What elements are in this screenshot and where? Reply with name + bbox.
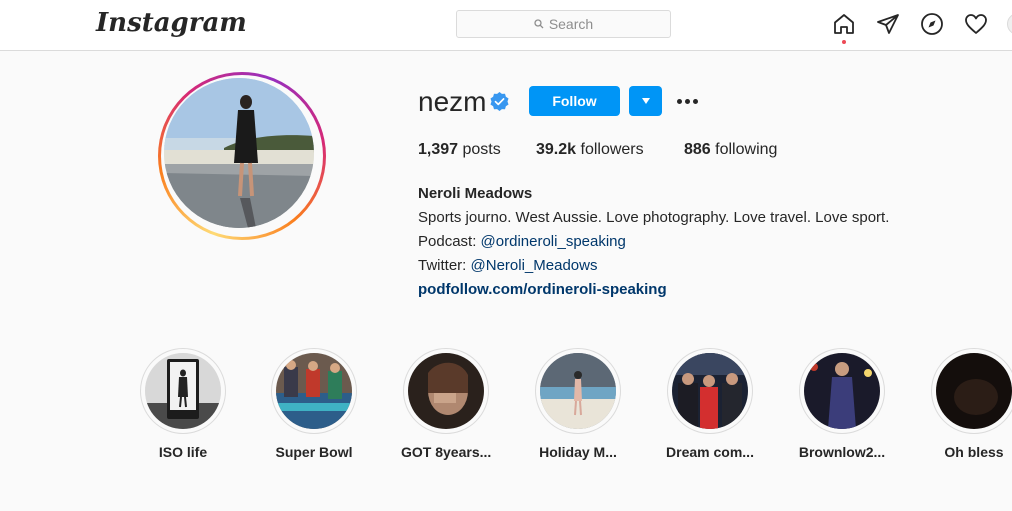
highlight-label: Oh bless: [944, 444, 1004, 460]
highlight-ring: [403, 348, 489, 434]
highlight-item[interactable]: Holiday M...: [533, 348, 623, 460]
bio-description: Sports journo. West Aussie. Love photogr…: [418, 209, 890, 226]
profile-photo: [164, 78, 314, 228]
followers-count: 39.2k: [536, 141, 577, 158]
more-dot-icon: [676, 98, 682, 104]
highlight-item[interactable]: Super Bowl: [269, 348, 359, 460]
profile-bio: Neroli Meadows Sports journo. West Aussi…: [418, 182, 889, 302]
more-dot-icon: [692, 98, 698, 104]
home-icon[interactable]: [832, 12, 856, 36]
highlight-item[interactable]: Dream com...: [665, 348, 755, 460]
highlight-item[interactable]: ISO life: [138, 348, 228, 460]
search-input[interactable]: Search: [456, 10, 671, 38]
bio-full-name: Neroli Meadows: [418, 185, 533, 202]
twitter-mention-link[interactable]: @Neroli_Meadows: [471, 257, 598, 274]
posts-count: 1,397: [418, 141, 459, 158]
highlight-thumbnail: [804, 353, 880, 429]
profile-photo-story-ring[interactable]: [158, 72, 326, 240]
explore-icon[interactable]: [920, 12, 944, 36]
highlight-item[interactable]: Brownlow2...: [797, 348, 887, 460]
more-dot-icon: [684, 98, 690, 104]
search-placeholder: Search: [548, 16, 594, 32]
highlight-label: GOT 8years...: [401, 444, 492, 460]
highlight-item[interactable]: Oh bless: [929, 348, 1012, 460]
highlight-label: Holiday M...: [539, 444, 617, 460]
following-count: 886: [684, 141, 711, 158]
highlight-item[interactable]: GOT 8years...: [401, 348, 491, 460]
bio-podcast-line: Podcast: @ordineroli_speaking: [418, 230, 889, 254]
highlight-thumbnail: [276, 353, 352, 429]
bio-twitter-prefix: Twitter:: [418, 257, 471, 274]
posts-label: posts: [462, 141, 501, 158]
search-icon: [534, 19, 544, 29]
bio-website-link[interactable]: podfollow.com/ordineroli-speaking: [418, 278, 889, 302]
highlight-ring: [271, 348, 357, 434]
following-stat[interactable]: 886 following: [684, 141, 777, 159]
highlight-label: Super Bowl: [275, 444, 353, 460]
highlight-ring: [667, 348, 753, 434]
home-notification-dot: [842, 40, 846, 44]
instagram-logo[interactable]: Instagram: [96, 8, 247, 38]
followers-label: followers: [580, 141, 644, 158]
highlight-thumbnail: [540, 353, 616, 429]
podcast-mention-link[interactable]: @ordineroli_speaking: [481, 233, 626, 250]
highlight-ring: [931, 348, 1012, 434]
highlight-ring: [535, 348, 621, 434]
direct-icon[interactable]: [876, 12, 900, 36]
suggested-accounts-dropdown-button[interactable]: [629, 86, 662, 116]
activity-icon[interactable]: [964, 12, 988, 36]
profile-avatar[interactable]: [1007, 13, 1012, 35]
caret-down-icon: [641, 98, 650, 104]
following-label: following: [715, 141, 778, 158]
profile-username: nezm: [418, 86, 487, 117]
bio-podcast-prefix: Podcast:: [418, 233, 481, 250]
highlight-thumbnail: [672, 353, 748, 429]
top-nav-bar: Instagram Search: [0, 0, 1012, 51]
highlight-label: Dream com...: [666, 444, 754, 460]
highlight-ring: [140, 348, 226, 434]
highlight-thumbnail: [145, 353, 221, 429]
highlight-label: Brownlow2...: [798, 444, 886, 460]
more-options-button[interactable]: [675, 90, 699, 112]
posts-stat: 1,397 posts: [418, 141, 501, 159]
bio-twitter-line: Twitter: @Neroli_Meadows: [418, 254, 889, 278]
verified-badge-icon: [490, 92, 509, 111]
highlight-thumbnail: [408, 353, 484, 429]
follow-button[interactable]: Follow: [529, 86, 620, 116]
highlight-label: ISO life: [158, 444, 208, 460]
followers-stat[interactable]: 39.2k followers: [536, 141, 644, 159]
highlight-ring: [799, 348, 885, 434]
highlight-thumbnail: [936, 353, 1012, 429]
